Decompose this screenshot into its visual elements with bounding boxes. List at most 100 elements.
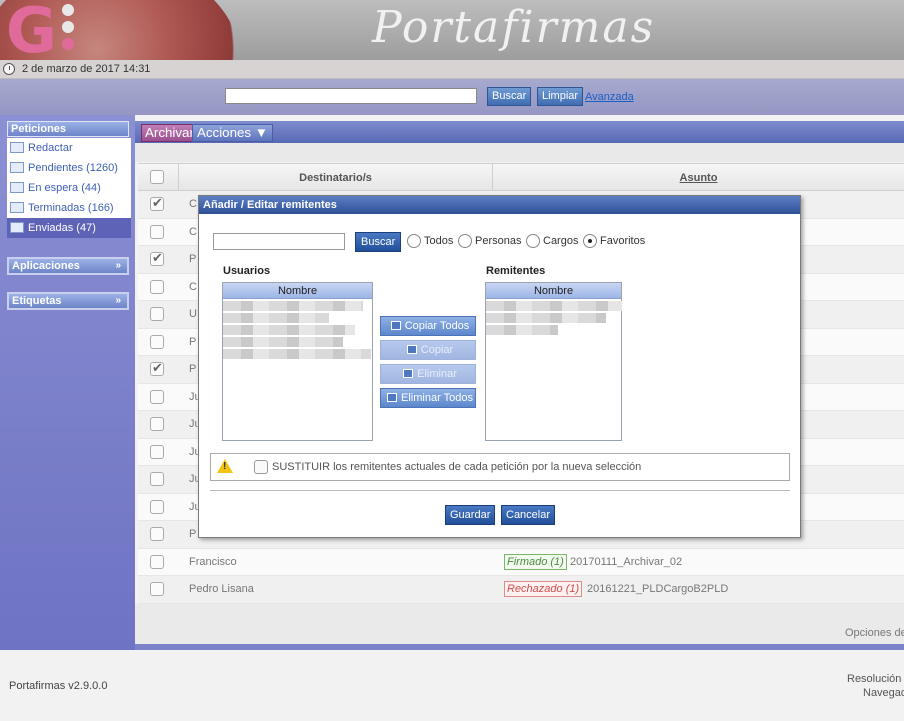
list-item[interactable] xyxy=(223,313,329,323)
dialog-search-input[interactable] xyxy=(213,233,345,250)
row-destinatario: P xyxy=(189,335,197,348)
table-header: Destinatario/s Asunto xyxy=(138,163,904,192)
radio-personas-input[interactable] xyxy=(458,234,472,248)
table-options-label[interactable]: Opciones de xyxy=(845,627,904,639)
radio-cargos[interactable]: Cargos xyxy=(526,234,578,248)
remove-all-button[interactable]: Eliminar Todos xyxy=(380,388,476,408)
compose-icon xyxy=(10,142,24,153)
table-row[interactable]: Pedro Lisana Rechazado (1) 20161221_PLDCar… xyxy=(138,576,904,604)
radio-cargos-input[interactable] xyxy=(526,234,540,248)
peticiones-panel-header[interactable]: Peticiones xyxy=(7,121,129,137)
copy-button[interactable]: Copiar xyxy=(380,340,476,360)
search-button[interactable]: Buscar xyxy=(487,87,532,106)
date-bar: 2 de marzo de 2017 14:31 xyxy=(0,60,904,79)
row-status-badge: Rechazado (1) xyxy=(504,581,583,597)
row-destinatario: P xyxy=(189,528,197,540)
expand-icon: » xyxy=(115,295,121,306)
sidebar-item-enviadas[interactable]: Enviadas (47) xyxy=(7,218,131,238)
etiquetas-panel-header[interactable]: Etiquetas» xyxy=(7,292,129,310)
aplicaciones-panel-header[interactable]: Aplicaciones» xyxy=(7,257,129,275)
resolution-label: Resolución xyxy=(847,673,902,685)
search-input[interactable] xyxy=(225,88,477,104)
table-top-bar xyxy=(135,143,904,162)
sidebar-item-pendientes[interactable]: Pendientes (1260) xyxy=(7,158,131,178)
advanced-search-link[interactable]: Avanzada xyxy=(585,91,634,103)
save-button[interactable]: Guardar xyxy=(445,505,496,525)
row-checkbox[interactable] xyxy=(150,334,164,349)
list-item[interactable] xyxy=(486,313,606,323)
finished-icon xyxy=(10,202,24,213)
table-bottom-bar xyxy=(135,604,904,644)
sent-icon xyxy=(10,222,24,233)
sidebar-item-terminadas[interactable]: Terminadas (166) xyxy=(7,198,131,218)
row-checkbox[interactable] xyxy=(150,389,164,404)
double-arrow-right-icon xyxy=(390,321,401,330)
replace-senders-option: SUSTITUIR los remitentes actuales de cad… xyxy=(210,453,790,481)
logo-dots xyxy=(58,4,78,54)
row-checkbox[interactable] xyxy=(150,499,164,514)
column-destinatarios[interactable]: Destinatario/s xyxy=(179,164,493,192)
actions-dropdown[interactable]: Acciones ▼ xyxy=(192,124,273,142)
clock-icon xyxy=(3,63,15,75)
remitentes-listbox[interactable]: Nombre xyxy=(485,282,622,441)
usuarios-listbox[interactable]: Nombre xyxy=(222,282,373,441)
row-checkbox[interactable] xyxy=(150,195,164,211)
peticiones-list: Redactar Pendientes (1260) En espera (44… xyxy=(7,138,131,238)
list-item[interactable] xyxy=(486,325,558,335)
row-checkbox[interactable] xyxy=(150,444,164,459)
column-asunto[interactable]: Asunto xyxy=(493,164,904,192)
radio-todos-input[interactable] xyxy=(407,234,421,248)
list-item[interactable] xyxy=(223,337,343,347)
remove-button[interactable]: Eliminar xyxy=(380,364,476,384)
list-item[interactable] xyxy=(486,301,622,311)
replace-senders-label: SUSTITUIR los remitentes actuales de cad… xyxy=(272,461,642,473)
arrow-right-icon xyxy=(406,345,417,354)
radio-todos[interactable]: Todos xyxy=(407,234,453,248)
row-destinatario: P xyxy=(189,253,197,265)
row-checkbox[interactable] xyxy=(150,360,164,376)
row-checkbox[interactable] xyxy=(150,279,164,294)
row-destinatario: U xyxy=(189,308,197,320)
row-destinatario: C xyxy=(189,280,197,293)
replace-senders-checkbox[interactable] xyxy=(254,460,268,474)
row-destinatario: C xyxy=(189,225,197,238)
radio-favoritos[interactable]: Favoritos xyxy=(583,234,645,248)
select-all-checkbox[interactable] xyxy=(150,170,164,184)
row-checkbox[interactable] xyxy=(150,417,164,431)
row-checkbox[interactable] xyxy=(150,472,164,486)
radio-favoritos-input[interactable] xyxy=(583,234,597,248)
expand-icon: » xyxy=(115,260,121,271)
row-status-badge: Firmado (1) xyxy=(504,553,567,570)
row-destinatario: C xyxy=(189,198,197,210)
usuarios-label: Usuarios xyxy=(223,265,271,277)
sidebar-item-redactar[interactable]: Redactar xyxy=(7,138,131,158)
list-item[interactable] xyxy=(223,325,355,335)
row-checkbox[interactable] xyxy=(150,224,164,239)
table-row[interactable]: Francisco Firmado (1) 20170111_Archivar_02 xyxy=(138,548,904,576)
cancel-button[interactable]: Cancelar xyxy=(501,505,556,525)
row-destinatario: P xyxy=(189,363,197,375)
app-header: G Portafirmas xyxy=(0,0,904,60)
search-bar xyxy=(0,79,904,115)
list-item[interactable] xyxy=(223,349,371,359)
edit-senders-dialog: Añadir / Editar remitentes Buscar Todos … xyxy=(198,195,801,538)
row-asunto: 20170111_Archivar_02 xyxy=(570,555,683,568)
row-checkbox[interactable] xyxy=(150,527,164,541)
row-destinatario: Pedro Lisana xyxy=(189,583,254,595)
row-checkbox[interactable] xyxy=(150,582,164,596)
dialog-search-button[interactable]: Buscar xyxy=(355,232,402,252)
row-checkbox[interactable] xyxy=(150,250,164,266)
row-checkbox[interactable] xyxy=(150,554,164,569)
footer xyxy=(0,650,904,721)
row-checkbox[interactable] xyxy=(150,307,164,321)
warning-icon xyxy=(217,459,233,473)
app-title: Portafirmas xyxy=(372,2,656,53)
remitentes-column-nombre: Nombre xyxy=(486,283,621,299)
clear-button[interactable]: Limpiar xyxy=(537,87,584,106)
list-item[interactable] xyxy=(223,301,363,311)
copy-all-button[interactable]: Copiar Todos xyxy=(380,316,476,336)
radio-personas[interactable]: Personas xyxy=(458,234,521,248)
arrow-left-icon xyxy=(403,369,414,378)
archive-button[interactable]: Archivar xyxy=(141,124,198,142)
sidebar-item-en-espera[interactable]: En espera (44) xyxy=(7,178,131,198)
